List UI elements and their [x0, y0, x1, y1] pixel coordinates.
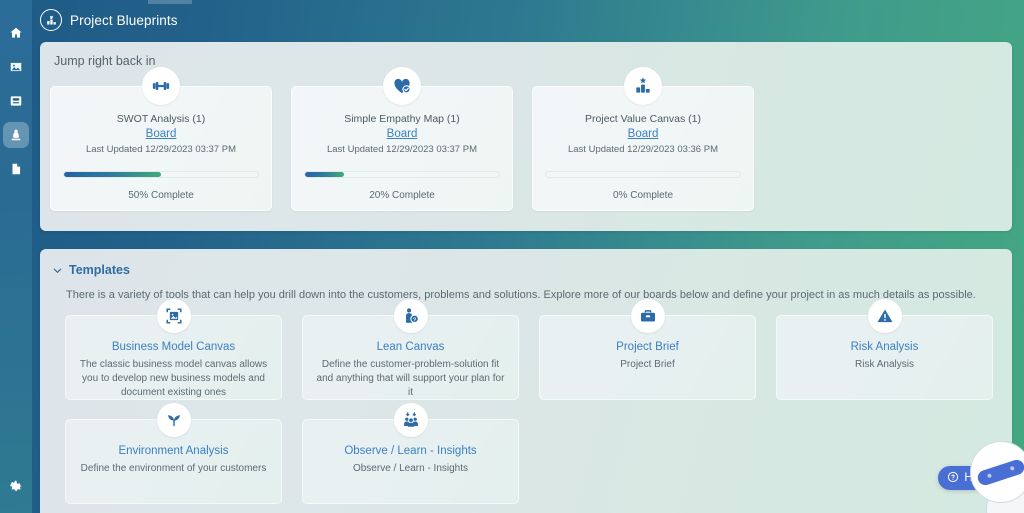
sidebar-item-library[interactable] — [3, 88, 29, 114]
briefcase-icon — [631, 299, 665, 333]
templates-description: There is a variety of tools that can hel… — [66, 289, 976, 301]
progress-label: 0% Complete — [533, 190, 753, 201]
question-circle-icon — [947, 471, 959, 486]
heart-check-icon — [383, 67, 421, 105]
recent-cards-row: SWOT Analysis (1) Board Last Updated 12/… — [50, 86, 1002, 211]
template-card-title: Lean Canvas — [377, 340, 445, 356]
podium-star-icon — [624, 67, 662, 105]
sidebar — [0, 0, 32, 513]
recent-card-link[interactable]: Board — [146, 128, 177, 140]
recent-card-link[interactable]: Board — [628, 128, 659, 140]
sidebar-item-documents[interactable] — [3, 156, 29, 182]
book-icon — [9, 94, 23, 108]
recent-card-meta: Last Updated 12/29/2023 03:37 PM — [86, 144, 236, 155]
chevron-down-icon[interactable] — [52, 265, 63, 276]
recent-card-link[interactable]: Board — [387, 128, 418, 140]
template-card-desc: Risk Analysis — [855, 358, 914, 372]
templates-title: Templates — [69, 263, 130, 277]
template-card[interactable]: Risk Analysis Risk Analysis — [776, 315, 993, 400]
dumbbell-icon — [142, 67, 180, 105]
progress-label: 20% Complete — [292, 190, 512, 201]
image-icon — [9, 60, 23, 74]
recent-card-title: Project Value Canvas (1) — [585, 113, 701, 125]
sidebar-item-home[interactable] — [3, 20, 29, 46]
recent-card[interactable]: Simple Empathy Map (1) Board Last Update… — [291, 86, 513, 211]
template-card[interactable]: ? Lean Canvas Define the customer-proble… — [302, 315, 519, 400]
progress-bar — [545, 171, 741, 178]
blueprint-icon — [9, 128, 23, 142]
sidebar-item-blueprints[interactable] — [3, 122, 29, 148]
template-card-desc: Define the customer-problem-solution fit… — [313, 358, 508, 401]
top-strip — [148, 0, 192, 4]
template-card[interactable]: Environment Analysis Define the environm… — [65, 419, 282, 504]
pill-widget-icon — [976, 457, 1024, 486]
recent-card[interactable]: SWOT Analysis (1) Board Last Updated 12/… — [50, 86, 272, 211]
template-card-desc: The classic business model canvas allows… — [76, 358, 271, 401]
recent-card-meta: Last Updated 12/29/2023 03:36 PM — [568, 144, 718, 155]
recent-card-title: Simple Empathy Map (1) — [344, 113, 460, 125]
template-card-desc: Define the environment of your customers — [81, 462, 267, 476]
templates-panel: Templates There is a variety of tools th… — [40, 249, 1012, 513]
recent-card-meta: Last Updated 12/29/2023 03:37 PM — [327, 144, 477, 155]
progress-bar-fill — [305, 172, 344, 177]
template-card[interactable]: Project Brief Project Brief — [539, 315, 756, 400]
canvas-frame-icon — [157, 299, 191, 333]
template-card-title: Environment Analysis — [119, 444, 229, 460]
progress-bar-fill — [64, 172, 161, 177]
template-card-title: Project Brief — [616, 340, 679, 356]
recent-card-title: SWOT Analysis (1) — [117, 113, 206, 125]
person-question-icon: ? — [394, 299, 428, 333]
recent-card[interactable]: Project Value Canvas (1) Board Last Upda… — [532, 86, 754, 211]
template-card-desc: Project Brief — [620, 358, 674, 372]
podium-chart-icon — [40, 9, 62, 31]
progress-label: 50% Complete — [51, 190, 271, 201]
template-card-title: Observe / Learn - Insights — [344, 444, 476, 460]
templates-header[interactable]: Templates — [52, 263, 130, 277]
progress-bar — [63, 171, 259, 178]
page-title: Project Blueprints — [70, 13, 178, 28]
warning-triangle-icon — [868, 299, 902, 333]
home-icon — [9, 26, 23, 40]
template-card[interactable]: Business Model Canvas The classic busine… — [65, 315, 282, 400]
app-header: Project Blueprints — [32, 0, 1024, 40]
seedling-icon — [157, 403, 191, 437]
template-card-desc: Observe / Learn - Insights — [353, 462, 468, 476]
template-card-title: Risk Analysis — [851, 340, 919, 356]
sidebar-item-gallery[interactable] — [3, 54, 29, 80]
floating-widget-button[interactable] — [970, 441, 1024, 503]
recent-heading: Jump right back in — [54, 54, 155, 68]
document-icon — [9, 162, 23, 176]
recent-panel: Jump right back in SWOT Analysis (1) Boa… — [40, 42, 1012, 231]
sidebar-item-settings[interactable] — [3, 475, 29, 501]
people-insights-icon — [394, 403, 428, 437]
gear-icon — [9, 479, 23, 498]
progress-bar — [304, 171, 500, 178]
template-card[interactable]: Observe / Learn - Insights Observe / Lea… — [302, 419, 519, 504]
templates-grid: Business Model Canvas The classic busine… — [65, 315, 995, 504]
template-card-title: Business Model Canvas — [112, 340, 235, 356]
